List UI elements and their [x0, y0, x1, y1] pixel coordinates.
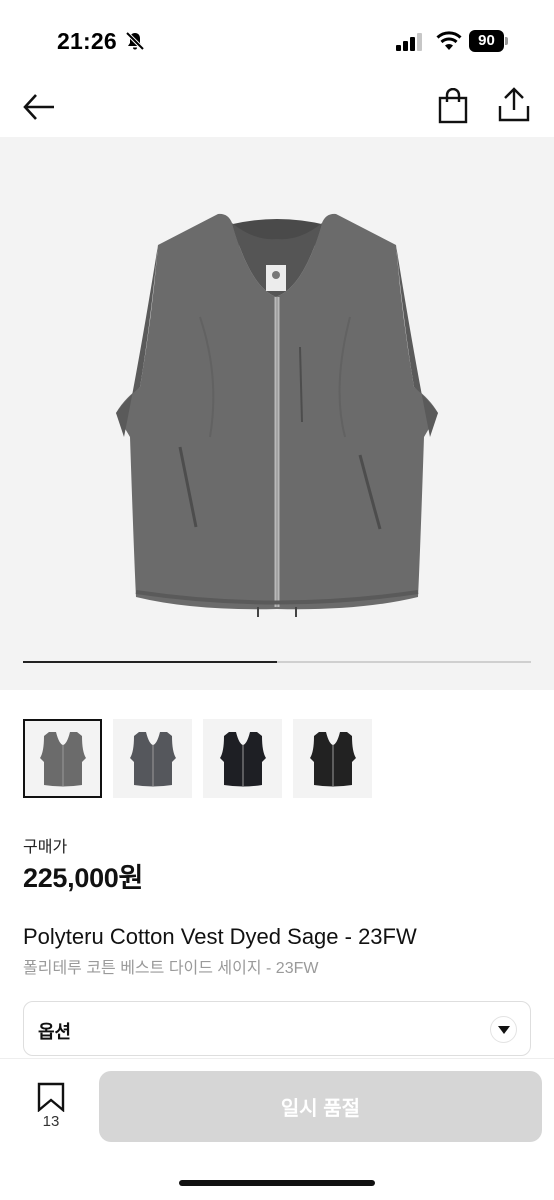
- thumbnail-vest-image: [39, 731, 86, 786]
- bookmark-icon: [37, 1082, 65, 1112]
- chevron-down-icon: [490, 1016, 517, 1043]
- thumbnail-vest-image: [129, 731, 176, 786]
- nav-bar: [0, 82, 554, 137]
- thumbnail-4[interactable]: [293, 719, 372, 798]
- thumbnail-strip: [23, 719, 531, 799]
- bookmark-button[interactable]: 13: [30, 1078, 72, 1134]
- product-title-ko: 폴리테루 코튼 베스트 다이드 세이지 - 23FW: [23, 960, 319, 977]
- battery-tip: [505, 37, 508, 45]
- price-label: 구매가: [23, 839, 68, 856]
- status-time: 21:26: [57, 28, 117, 54]
- wifi-icon: [436, 31, 462, 50]
- option-label: 옵션: [38, 1022, 72, 1042]
- status-bar: 21:26 90: [0, 0, 554, 82]
- battery-level: 90: [469, 30, 504, 52]
- product-image-gallery[interactable]: [0, 137, 554, 690]
- battery-indicator: 90: [469, 30, 509, 52]
- option-select[interactable]: 옵션: [23, 1001, 531, 1056]
- sold-out-button[interactable]: 일시 품절: [99, 1071, 542, 1142]
- shopping-bag-icon[interactable]: [437, 88, 469, 124]
- product-image-vest: [116, 213, 438, 617]
- product-price: 225,000원: [23, 863, 144, 893]
- thumbnail-3[interactable]: [203, 719, 282, 798]
- thumbnail-1[interactable]: [23, 719, 102, 798]
- gallery-progress-fill: [23, 661, 277, 663]
- arrow-left-icon[interactable]: [22, 90, 56, 124]
- home-indicator[interactable]: [179, 1180, 375, 1186]
- bookmark-count: 13: [42, 1113, 60, 1130]
- thumbnail-vest-image: [219, 731, 266, 786]
- product-title-en: Polyteru Cotton Vest Dyed Sage - 23FW: [23, 924, 417, 949]
- bottom-divider: [0, 1058, 554, 1059]
- cellular-signal-icon: [396, 33, 422, 51]
- thumbnail-vest-image: [309, 731, 356, 786]
- thumbnail-2[interactable]: [113, 719, 192, 798]
- gallery-progress-track: [23, 661, 531, 663]
- share-icon[interactable]: [497, 87, 531, 123]
- bell-slash-icon: [125, 31, 145, 51]
